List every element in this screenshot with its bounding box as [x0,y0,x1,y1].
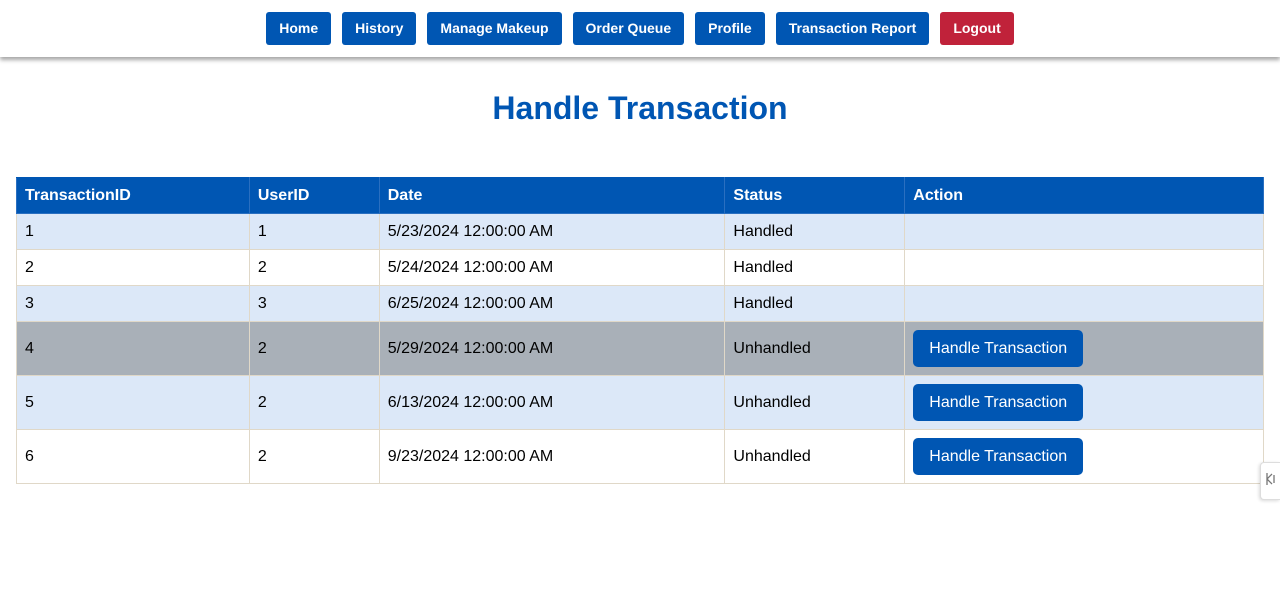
cell-status: Unhandled [724,429,906,484]
cell-status: Unhandled [724,321,906,376]
cell-transaction-id: 2 [16,249,250,286]
transactions-table: TransactionID UserID Date Status Action … [16,177,1264,484]
nav-home-button[interactable]: Home [266,12,332,45]
table-row: 2 2 5/24/2024 12:00:00 AM Handled [16,249,1264,286]
page-title: Handle Transaction [492,90,788,126]
cell-date: 6/13/2024 12:00:00 AM [378,375,726,430]
header-status: Status [724,177,906,214]
cell-user-id: 2 [248,429,380,484]
nav-order-queue-button[interactable]: Order Queue [572,12,685,45]
cell-action: Handle Transaction [904,429,1264,484]
header-transaction-id: TransactionID [16,177,250,214]
nav-profile-button[interactable]: Profile [695,12,765,45]
nav-bar: Home History Manage Makeup Order Queue P… [266,12,1014,45]
table-header-row: TransactionID UserID Date Status Action [16,177,1264,214]
cell-date: 5/24/2024 12:00:00 AM [378,249,726,286]
table-row: 1 1 5/23/2024 12:00:00 AM Handled [16,213,1264,250]
collapse-icon [1265,472,1277,491]
cell-date: 5/23/2024 12:00:00 AM [378,213,726,250]
side-panel-tab[interactable] [1260,462,1280,500]
cell-date: 6/25/2024 12:00:00 AM [378,285,726,322]
nav-transaction-report-button[interactable]: Transaction Report [775,12,930,45]
cell-transaction-id: 3 [16,285,250,322]
cell-transaction-id: 5 [16,375,250,430]
cell-status: Unhandled [724,375,906,430]
cell-action [904,249,1264,286]
header-action: Action [904,177,1264,214]
handle-transaction-button[interactable]: Handle Transaction [913,384,1084,421]
handle-transaction-button[interactable]: Handle Transaction [913,330,1084,367]
handle-transaction-button[interactable]: Handle Transaction [913,438,1084,475]
table-row: 3 3 6/25/2024 12:00:00 AM Handled [16,285,1264,322]
cell-status: Handled [724,213,906,250]
cell-date: 9/23/2024 12:00:00 AM [378,429,726,484]
top-navbar: Home History Manage Makeup Order Queue P… [0,0,1280,57]
cell-user-id: 2 [248,375,380,430]
cell-action [904,213,1264,250]
cell-user-id: 1 [248,213,380,250]
nav-logout-button[interactable]: Logout [940,12,1014,45]
cell-user-id: 3 [248,285,380,322]
header-user-id: UserID [248,177,380,214]
cell-user-id: 2 [248,321,380,376]
cell-transaction-id: 1 [16,213,250,250]
cell-transaction-id: 6 [16,429,250,484]
cell-date: 5/29/2024 12:00:00 AM [378,321,726,376]
nav-history-button[interactable]: History [342,12,417,45]
table-row: 5 2 6/13/2024 12:00:00 AM Unhandled Hand… [16,375,1264,430]
cell-user-id: 2 [248,249,380,286]
table-row: 4 2 5/29/2024 12:00:00 AM Unhandled Hand… [16,321,1264,376]
nav-manage-makeup-button[interactable]: Manage Makeup [427,12,562,45]
cell-status: Handled [724,285,906,322]
header-date: Date [378,177,726,214]
cell-action [904,285,1264,322]
table-row: 6 2 9/23/2024 12:00:00 AM Unhandled Hand… [16,429,1264,484]
cell-action: Handle Transaction [904,321,1264,376]
cell-transaction-id: 4 [16,321,250,376]
cell-action: Handle Transaction [904,375,1264,430]
cell-status: Handled [724,249,906,286]
